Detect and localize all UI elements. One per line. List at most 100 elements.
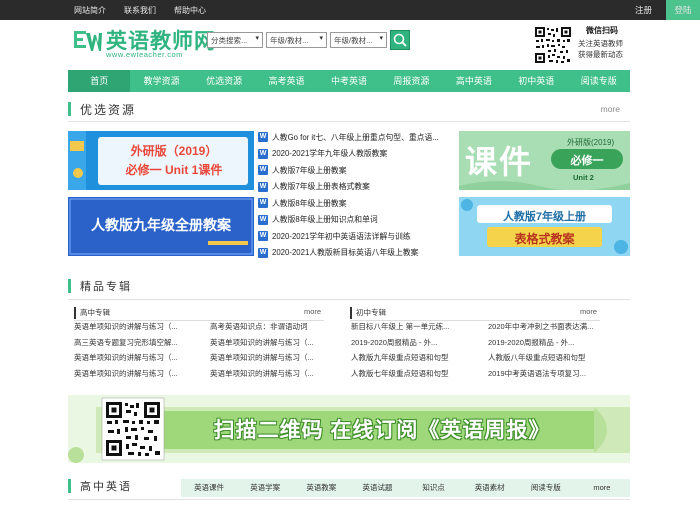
banner1-line2: 必修一 Unit 1课件 — [125, 163, 223, 177]
section-marker — [68, 479, 71, 493]
list-item[interactable]: 2019-2020周报精品 - 外... — [351, 335, 471, 351]
top-link-contact[interactable]: 联系我们 — [124, 5, 156, 16]
high-school-title: 高中英语 — [80, 481, 132, 493]
banner-waiyan-unit1[interactable]: 外研版（2019） 必修一 Unit 1课件 — [68, 131, 254, 190]
nav-item-middle-school[interactable]: 初中英语 — [505, 70, 567, 92]
list-item-label: 人教版7年级上册表格式教案 — [272, 182, 370, 192]
subscribe-banner-text: 扫描二维码 在线订阅《英语周报》 — [213, 419, 551, 442]
subscribe-banner[interactable]: 扫描二维码 在线订阅《英语周报》 — [68, 395, 630, 463]
nav-item-reading[interactable]: 阅读专版 — [568, 70, 630, 92]
list-item[interactable]: W 人教Go for it七、八年级上册重点句型、重点语... — [258, 129, 453, 146]
list-item[interactable]: W 人教版8年级上册教案 — [258, 195, 453, 212]
tab-exams[interactable]: 英语试题 — [349, 479, 405, 497]
divider — [68, 121, 630, 122]
nav-item-home[interactable]: 首页 — [68, 70, 131, 92]
list-item[interactable]: 2019-2020周报精品 - 外... — [488, 335, 608, 351]
list-item-label: 人教版7年级上册教案 — [272, 165, 347, 175]
list-item[interactable]: W 人教版7年级上册教案 — [258, 162, 453, 179]
category-select-value: 分类搜索... — [211, 36, 248, 45]
list-item[interactable]: 2020年中考冲刺之书面表达满... — [488, 319, 608, 335]
special-section-header: 精品专辑 — [68, 277, 630, 297]
tab-reading[interactable]: 阅读专版 — [518, 479, 574, 497]
divider — [68, 499, 630, 500]
banner3-unit: Unit 2 — [573, 173, 594, 182]
tab-materials[interactable]: 英语素材 — [462, 479, 518, 497]
banner1-line1: 外研版（2019） — [130, 144, 218, 158]
list-item[interactable]: 英语单项知识的讲解与练习（... — [74, 319, 194, 335]
list-item-label: 2020-2021学年九年级人教版教案 — [272, 149, 388, 159]
list-item[interactable]: 新目标八年级上 第一单元练... — [351, 319, 471, 335]
tab-courseware[interactable]: 英语课件 — [181, 479, 237, 497]
list-item[interactable]: 2019中考英语语法专项复习... — [488, 366, 608, 382]
tab-knowledge[interactable]: 知识点 — [406, 479, 462, 497]
tab-more[interactable]: more — [574, 479, 630, 497]
grade-select-1[interactable]: 年级/教材... ▾ — [266, 32, 327, 48]
list-item[interactable]: 人教版九年级重点短语和句型 — [351, 350, 471, 366]
featured-more-link[interactable]: more — [601, 104, 620, 114]
middle-school-more-link[interactable]: more — [580, 307, 597, 316]
list-item[interactable]: W 2020-2021学年九年级人教版教案 — [258, 146, 453, 163]
list-item[interactable]: W 2020-2021人教版新目标英语八年级上教案 — [258, 245, 453, 262]
banner-renjiao-grade9[interactable]: 人教版九年级全册教案 — [68, 197, 254, 256]
high-school-album-heading: 高中专辑 — [74, 307, 110, 319]
album-column-2: 高考英语知识点：非谓语动词 英语单项知识的讲解与练习（... 英语单项知识的讲解… — [210, 319, 330, 381]
search-button[interactable] — [390, 30, 410, 50]
nav-item-featured[interactable]: 优选资源 — [193, 70, 255, 92]
register-link[interactable]: 注册 — [635, 4, 652, 16]
list-item[interactable]: W 人教版8年级上册知识点和单词 — [258, 212, 453, 229]
grade-select-2[interactable]: 年级/教材... ▾ — [330, 32, 387, 48]
list-item-label: 人教版8年级上册教案 — [272, 198, 347, 208]
list-item[interactable]: 高三英语专题复习完形填空解... — [74, 335, 194, 351]
album-column-4: 2020年中考冲刺之书面表达满... 2019-2020周报精品 - 外... … — [488, 319, 608, 381]
tab-study-plan[interactable]: 英语学案 — [237, 479, 293, 497]
special-title: 精品专辑 — [80, 281, 132, 293]
list-item[interactable]: 人教版八年级重点短语和句型 — [488, 350, 608, 366]
nav-item-high-school[interactable]: 高中英语 — [443, 70, 505, 92]
word-doc-icon: W — [258, 198, 268, 209]
list-item-label: 人教Go for it七、八年级上册重点句型、重点语... — [272, 132, 439, 142]
word-doc-icon: W — [258, 231, 268, 242]
list-item[interactable]: 英语单项知识的讲解与练习（... — [210, 335, 330, 351]
divider — [68, 299, 630, 300]
banner-renjiao-grade7[interactable]: 人教版7年级上册 表格式教案 — [459, 197, 630, 256]
featured-title: 优选资源 — [80, 103, 137, 117]
nav-item-weekly[interactable]: 周报资源 — [380, 70, 442, 92]
search-icon — [393, 33, 407, 47]
nav-item-zhongkao[interactable]: 中考英语 — [318, 70, 380, 92]
list-item-label: 2020-2021学年初中英语语法详解与训练 — [272, 231, 411, 241]
list-item[interactable]: 英语单项知识的讲解与练习（... — [210, 366, 330, 382]
category-select[interactable]: 分类搜索... ▾ — [207, 32, 263, 48]
list-item[interactable]: 英语单项知识的讲解与练习（... — [74, 350, 194, 366]
nav-item-gaokao[interactable]: 高考英语 — [255, 70, 317, 92]
top-link-help[interactable]: 帮助中心 — [174, 5, 206, 16]
banner-courseware[interactable]: 课件 外研版(2019) 必修一 Unit 2 — [459, 131, 630, 190]
list-item[interactable]: 人教版七年级重点短语和句型 — [351, 366, 471, 382]
featured-list: W 人教Go for it七、八年级上册重点句型、重点语... W 2020-202… — [258, 129, 453, 261]
login-button[interactable]: 登陆 — [666, 0, 700, 20]
grade-select-1-value: 年级/教材... — [270, 36, 309, 45]
list-item[interactable]: 高考英语知识点：非谓语动词 — [210, 319, 330, 335]
top-link-about[interactable]: 网站简介 — [74, 5, 106, 16]
list-item[interactable]: W 2020-2021学年初中英语语法详解与训练 — [258, 228, 453, 245]
wechat-qr-code — [534, 26, 572, 64]
top-links: 网站简介 联系我们 帮助中心 — [74, 0, 206, 20]
word-doc-icon: W — [258, 214, 268, 225]
top-bar: 网站简介 联系我们 帮助中心 注册 登陆 — [0, 0, 700, 20]
tab-lesson-plan[interactable]: 英语教案 — [293, 479, 349, 497]
banner-decoration — [459, 197, 630, 256]
word-doc-icon: W — [258, 181, 268, 192]
list-item[interactable]: W 人教版7年级上册表格式教案 — [258, 179, 453, 196]
account-links: 注册 登陆 — [635, 0, 700, 20]
logo-icon[interactable] — [72, 27, 102, 57]
album-column-1: 英语单项知识的讲解与练习（... 高三英语专题复习完形填空解... 英语单项知识… — [74, 319, 194, 381]
banner3-big: 课件 — [465, 144, 534, 180]
banner4-line2: 表格式教案 — [514, 232, 575, 246]
nav-item-teaching[interactable]: 教学资源 — [130, 70, 192, 92]
list-item[interactable]: 英语单项知识的讲解与练习（... — [210, 350, 330, 366]
high-school-more-link[interactable]: more — [304, 307, 321, 316]
middle-school-album-heading: 初中专辑 — [350, 307, 386, 319]
word-doc-icon: W — [258, 247, 268, 258]
list-item[interactable]: 英语单项知识的讲解与练习（... — [74, 366, 194, 382]
wechat-line-1: 关注英语教师 — [578, 39, 623, 48]
logo-url: www.ewteacher.com — [106, 50, 183, 59]
